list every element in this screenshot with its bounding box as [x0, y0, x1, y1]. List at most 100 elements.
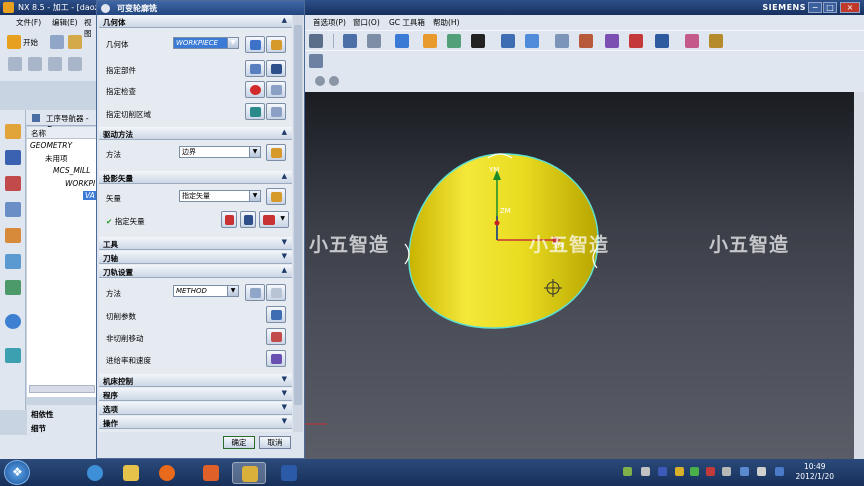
- dialog-scrollbar[interactable]: [293, 15, 303, 432]
- section-drive-method[interactable]: 驱动方法 ▲: [99, 127, 292, 140]
- display-cut-area-button[interactable]: [266, 103, 286, 120]
- resource-icon[interactable]: [5, 202, 21, 217]
- menu-preferences[interactable]: 首选项(P): [313, 17, 346, 28]
- resource-icon[interactable]: [5, 150, 21, 165]
- display-check-button[interactable]: [266, 81, 286, 98]
- analysis-icon[interactable]: [579, 34, 593, 48]
- edit-vector-button[interactable]: [266, 188, 286, 205]
- details-panel[interactable]: 细节: [31, 423, 46, 434]
- pin-icon[interactable]: [32, 114, 40, 122]
- ok-button[interactable]: 确定: [223, 436, 255, 449]
- settings-icon[interactable]: [101, 4, 110, 13]
- new-method-button[interactable]: [245, 284, 265, 301]
- tray-icon[interactable]: [658, 467, 667, 476]
- path-method-select[interactable]: METHOD ▼: [173, 285, 239, 297]
- section-program[interactable]: 程序 ▼: [99, 388, 292, 401]
- non-cut-button[interactable]: [266, 328, 286, 345]
- color-swatch-icon[interactable]: [471, 34, 485, 48]
- toolbar-icon[interactable]: [68, 57, 82, 71]
- cancel-button[interactable]: 取消: [259, 436, 291, 449]
- snap-icon[interactable]: [501, 34, 515, 48]
- taskbar-app[interactable]: [194, 462, 228, 484]
- tray-icon[interactable]: [641, 467, 650, 476]
- dimension-icon[interactable]: [685, 34, 699, 48]
- menu-window[interactable]: 窗口(O): [353, 17, 380, 28]
- section-path-settings[interactable]: 刀轨设置 ▲: [99, 265, 292, 278]
- taskbar-explorer[interactable]: [114, 462, 148, 484]
- open-file-icon[interactable]: [68, 35, 82, 49]
- toolbar-icon[interactable]: [48, 57, 62, 71]
- tray-icon[interactable]: [623, 467, 632, 476]
- start-button[interactable]: 开始: [23, 37, 38, 48]
- section-geometry[interactable]: 几何体 ▲: [99, 15, 292, 28]
- select-icon[interactable]: [629, 34, 643, 48]
- volume-icon[interactable]: [757, 467, 766, 476]
- drive-method-select[interactable]: 边界 ▼: [179, 146, 261, 158]
- section-options[interactable]: 选项 ▼: [99, 402, 292, 415]
- tray-icon[interactable]: [775, 467, 784, 476]
- resource-icon[interactable]: [5, 124, 21, 139]
- shaded-cube-icon[interactable]: [395, 34, 409, 48]
- taskbar-nx[interactable]: [232, 462, 266, 484]
- edit-method-button[interactable]: [266, 284, 286, 301]
- vector-select[interactable]: 指定矢量 ▼: [179, 190, 261, 202]
- resource-icon[interactable]: [5, 228, 21, 243]
- nav-row-workpiece[interactable]: WORKPI: [65, 179, 95, 188]
- new-file-icon[interactable]: [50, 35, 64, 49]
- toolbar-icon[interactable]: [28, 57, 42, 71]
- graphics-viewport[interactable]: YM ZM XM 小五智造 小五智造 小五智造: [305, 92, 864, 459]
- ruler-icon[interactable]: [709, 34, 723, 48]
- tray-icon[interactable]: [706, 467, 715, 476]
- edit-icon[interactable]: [309, 54, 323, 68]
- resource-icon[interactable]: [5, 176, 21, 191]
- section-projection-vector[interactable]: 投影矢量 ▲: [99, 171, 292, 184]
- menu-help[interactable]: 帮助(H): [433, 17, 460, 28]
- specify-check-button[interactable]: [245, 81, 265, 98]
- background-icon[interactable]: [423, 34, 437, 48]
- nav-row-unused[interactable]: 未用项: [45, 153, 68, 164]
- section-machine-control[interactable]: 机床控制 ▼: [99, 374, 292, 387]
- resource-icon[interactable]: [5, 348, 21, 363]
- start-menu-button[interactable]: ❖: [4, 460, 30, 485]
- fit-icon[interactable]: [343, 34, 357, 48]
- tray-icon[interactable]: [722, 467, 731, 476]
- tray-icon[interactable]: [675, 467, 684, 476]
- section-tool[interactable]: 工具 ▼: [99, 237, 292, 250]
- measure-icon[interactable]: [555, 34, 569, 48]
- menu-edit[interactable]: 编辑(E): [52, 17, 78, 28]
- reverse-direction-button[interactable]: [221, 211, 237, 228]
- tray-icon[interactable]: [690, 467, 699, 476]
- start-icon[interactable]: [7, 35, 21, 49]
- menu-file[interactable]: 文件(F): [16, 17, 41, 28]
- scrollbar-thumb[interactable]: [294, 25, 302, 405]
- navigator-hscroll[interactable]: [29, 385, 95, 393]
- taskbar-ie[interactable]: [78, 462, 112, 484]
- close-button[interactable]: ×: [840, 2, 860, 13]
- maximize-button[interactable]: □: [823, 2, 837, 13]
- layer-icon[interactable]: [447, 34, 461, 48]
- dependencies-panel[interactable]: 相依性: [31, 409, 54, 420]
- minimize-button[interactable]: −: [808, 2, 822, 13]
- network-icon[interactable]: [740, 467, 749, 476]
- resource-icon[interactable]: [5, 254, 21, 269]
- display-part-button[interactable]: [266, 60, 286, 77]
- specify-cut-area-button[interactable]: [245, 103, 265, 120]
- filter-icon[interactable]: [655, 34, 669, 48]
- taskbar-media[interactable]: [150, 462, 184, 484]
- cut-params-button[interactable]: [266, 306, 286, 323]
- feeds-speeds-button[interactable]: [266, 350, 286, 367]
- resource-icon[interactable]: [5, 280, 21, 295]
- geometry-select[interactable]: WORKPIECE ▼: [173, 37, 239, 49]
- toolbar-icon[interactable]: [8, 57, 22, 71]
- menu-view[interactable]: 视图: [84, 17, 96, 39]
- resource-icon[interactable]: [5, 314, 21, 329]
- edit-geometry-button[interactable]: [266, 36, 286, 53]
- system-clock[interactable]: 10:49 2012/1/20: [796, 462, 834, 482]
- column-name[interactable]: 名称: [31, 128, 46, 139]
- nav-row-operation[interactable]: VA: [83, 191, 97, 200]
- edit-drive-button[interactable]: [266, 144, 286, 161]
- point-icon[interactable]: [605, 34, 619, 48]
- viewport-scrollbar[interactable]: [854, 92, 864, 459]
- section-tool-axis[interactable]: 刀轴 ▼: [99, 251, 292, 264]
- view-dot-icon[interactable]: [315, 76, 325, 86]
